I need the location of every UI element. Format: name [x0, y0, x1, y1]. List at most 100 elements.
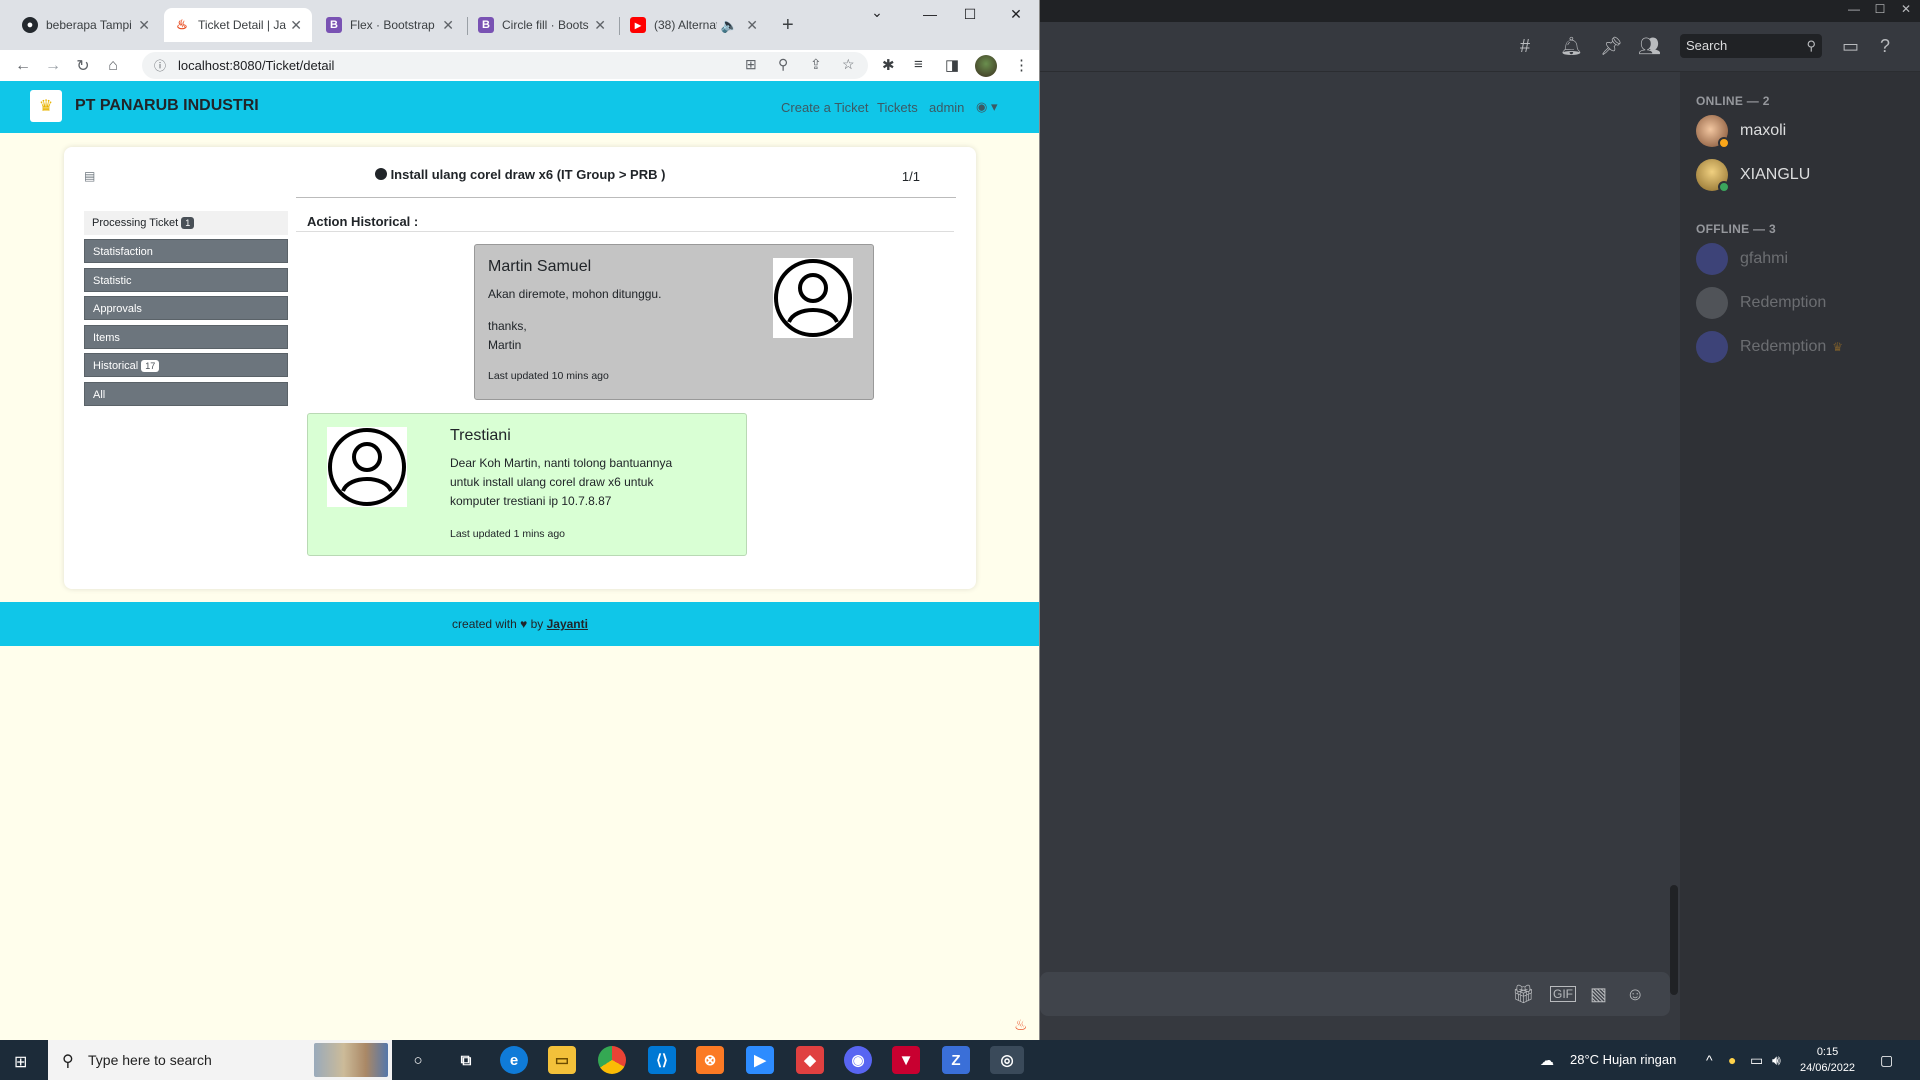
close-icon[interactable]: ✕ [442, 17, 454, 34]
app-icon[interactable]: ▼ [892, 1046, 920, 1074]
vscode-icon[interactable]: ⟨⟩ [648, 1046, 676, 1074]
share-icon[interactable]: ⇪ [810, 56, 822, 73]
zoom-app-icon[interactable]: ▶ [746, 1046, 774, 1074]
member-list: ONLINE — 2 maxoli XIANGLU OFFLINE — 3 gf… [1680, 72, 1920, 1040]
new-tab-icon[interactable]: + [782, 14, 794, 37]
speaker-icon[interactable]: 🔈 [721, 17, 738, 34]
member-item[interactable]: maxoli [1696, 113, 1786, 149]
member-item[interactable]: XIANGLU [1696, 157, 1810, 193]
close-icon[interactable]: ✕ [138, 17, 150, 34]
taskbar-search-input[interactable]: ⚲ Type here to search [48, 1040, 392, 1080]
edge-icon[interactable]: e [500, 1046, 528, 1074]
clock[interactable]: 0:15 24/06/2022 [1800, 1044, 1855, 1076]
address-bar[interactable]: ⓘ localhost:8080/Ticket/detail [142, 52, 868, 79]
avatar [1696, 243, 1728, 275]
sidebar-item-historical[interactable]: Historical 17 [84, 353, 288, 377]
anydesk-icon[interactable]: ◆ [796, 1046, 824, 1074]
author-link[interactable]: Jayanti [547, 617, 588, 631]
bell-icon[interactable]: 🔔︎ [1560, 36, 1583, 57]
maximize-icon[interactable]: ☐ [1866, 2, 1894, 16]
tab-github[interactable]: ● beberapa Tampi ✕ [12, 8, 160, 42]
cortana-icon[interactable]: ○ [404, 1046, 432, 1074]
tab-flex-bootstrap[interactable]: B Flex · Bootstrap ✕ [316, 8, 464, 42]
member-item[interactable]: Redemption ♛ [1696, 329, 1843, 365]
circle-fill-icon [374, 168, 387, 180]
member-item[interactable]: gfahmi [1696, 241, 1788, 277]
weather-text[interactable]: 28°C Hujan ringan [1570, 1052, 1676, 1067]
sidebar-item-approvals[interactable]: Approvals [84, 296, 288, 320]
help-icon[interactable]: ? [1880, 36, 1890, 57]
brand-name[interactable]: PT PANARUB INDUSTRI [75, 97, 259, 115]
menu-icon[interactable]: ⋮ [1014, 56, 1029, 74]
windows-start-icon[interactable]: ⊞ [14, 1052, 27, 1072]
file-explorer-icon[interactable]: ▭ [548, 1046, 576, 1074]
message-card: Martin Samuel Akan diremote, mohon ditun… [474, 244, 874, 400]
emoji-icon[interactable]: ☺ [1626, 984, 1644, 1005]
tab-circle-fill[interactable]: B Circle fill · Boots ✕ [468, 8, 616, 42]
pin-icon[interactable]: 📌︎ [1600, 36, 1623, 57]
close-window-icon[interactable]: ✕ [996, 6, 1036, 23]
chrome-active-icon[interactable]: ◎ [990, 1046, 1024, 1074]
tray-app-icon[interactable]: ● [1728, 1052, 1736, 1068]
back-icon[interactable]: ← [8, 57, 38, 75]
xampp-icon[interactable]: ⊗ [696, 1046, 724, 1074]
side-panel-icon[interactable]: ◨ [945, 56, 959, 74]
scrollbar[interactable] [1670, 885, 1678, 995]
sidebar-item-statisfaction[interactable]: Statisfaction [84, 239, 288, 263]
action-historical-label: Action Historical : [307, 214, 419, 229]
minimize-icon[interactable]: — [1840, 2, 1868, 16]
discord-search-input[interactable]: Search ⚲ [1680, 34, 1822, 58]
chevron-up-icon[interactable]: ^ [1706, 1052, 1713, 1068]
bookmark-star-icon[interactable]: ☆ [842, 56, 855, 73]
home-icon[interactable]: ⌂ [98, 57, 128, 75]
gif-icon[interactable]: GIF [1550, 986, 1576, 1002]
brand-logo[interactable]: ♛ [30, 90, 62, 122]
profile-avatar[interactable] [975, 55, 997, 77]
discord-app-icon[interactable]: ◉ [844, 1046, 872, 1074]
member-item[interactable]: Redemption [1696, 285, 1826, 321]
tab-ticket-detail[interactable]: ♨ Ticket Detail | Ja ✕ [164, 8, 312, 42]
sidebar-processing-ticket[interactable]: Processing Ticket 1 [84, 211, 288, 235]
weather-icon[interactable]: ☁ [1540, 1052, 1554, 1069]
tab-youtube[interactable]: ▶ (38) Alternat 🔈 ✕ [620, 8, 768, 42]
network-icon[interactable]: ▭ [1750, 1052, 1763, 1069]
avatar [1696, 159, 1730, 193]
sidebar-item-items[interactable]: Items [84, 324, 288, 349]
sidebar-item-statistic[interactable]: Statistic [84, 267, 288, 292]
user-circle-icon[interactable]: ◉ ▾ [976, 99, 997, 115]
message-input[interactable]: 🎁︎ GIF ▧ ☺ [1040, 972, 1670, 1016]
gift-icon[interactable]: 🎁︎ [1512, 984, 1535, 1005]
divider [296, 197, 956, 198]
members-icon[interactable]: 👥︎ [1638, 36, 1661, 57]
close-icon[interactable]: ✕ [290, 17, 302, 34]
close-window-icon[interactable]: ✕ [1892, 2, 1920, 16]
forward-icon[interactable]: → [38, 57, 68, 75]
volume-icon[interactable]: 🔊︎ [1772, 1052, 1781, 1069]
close-icon[interactable]: ✕ [594, 17, 606, 34]
reading-list-icon[interactable]: ≡ [914, 56, 923, 73]
flame-icon[interactable]: ♨ [1014, 1016, 1027, 1034]
close-icon[interactable]: ✕ [746, 17, 758, 34]
sidebar-item-all[interactable]: All [84, 381, 288, 406]
inbox-icon[interactable]: ▭ [1842, 36, 1859, 57]
chrome-icon[interactable] [598, 1046, 626, 1074]
translate-icon[interactable]: ⊞ [745, 56, 757, 73]
nav-create-ticket[interactable]: Create a Ticket [781, 100, 868, 115]
message-card: Trestiani Dear Koh Martin, nanti tolong … [307, 413, 747, 556]
nav-tickets[interactable]: Tickets [877, 100, 918, 115]
zoom-icon[interactable]: ⚲ [778, 56, 788, 73]
discord-logo-icon [1696, 331, 1728, 363]
notifications-icon[interactable]: ▢ [1880, 1052, 1893, 1069]
info-icon[interactable]: ⓘ [154, 57, 166, 74]
threads-icon[interactable]: # [1520, 36, 1530, 57]
app-icon[interactable]: Z [942, 1046, 970, 1074]
reload-icon[interactable]: ↻ [68, 56, 98, 76]
extensions-icon[interactable]: ✱ [882, 56, 895, 74]
task-view-icon[interactable]: ⧉ [452, 1046, 480, 1074]
tab-search-icon[interactable]: ⌄ [857, 4, 897, 21]
maximize-icon[interactable]: ☐ [950, 6, 990, 23]
minimize-icon[interactable]: — [910, 6, 950, 22]
nav-user[interactable]: admin [929, 100, 964, 115]
sticker-icon[interactable]: ▧ [1590, 984, 1607, 1005]
crown-icon: ♛ [1832, 340, 1844, 354]
